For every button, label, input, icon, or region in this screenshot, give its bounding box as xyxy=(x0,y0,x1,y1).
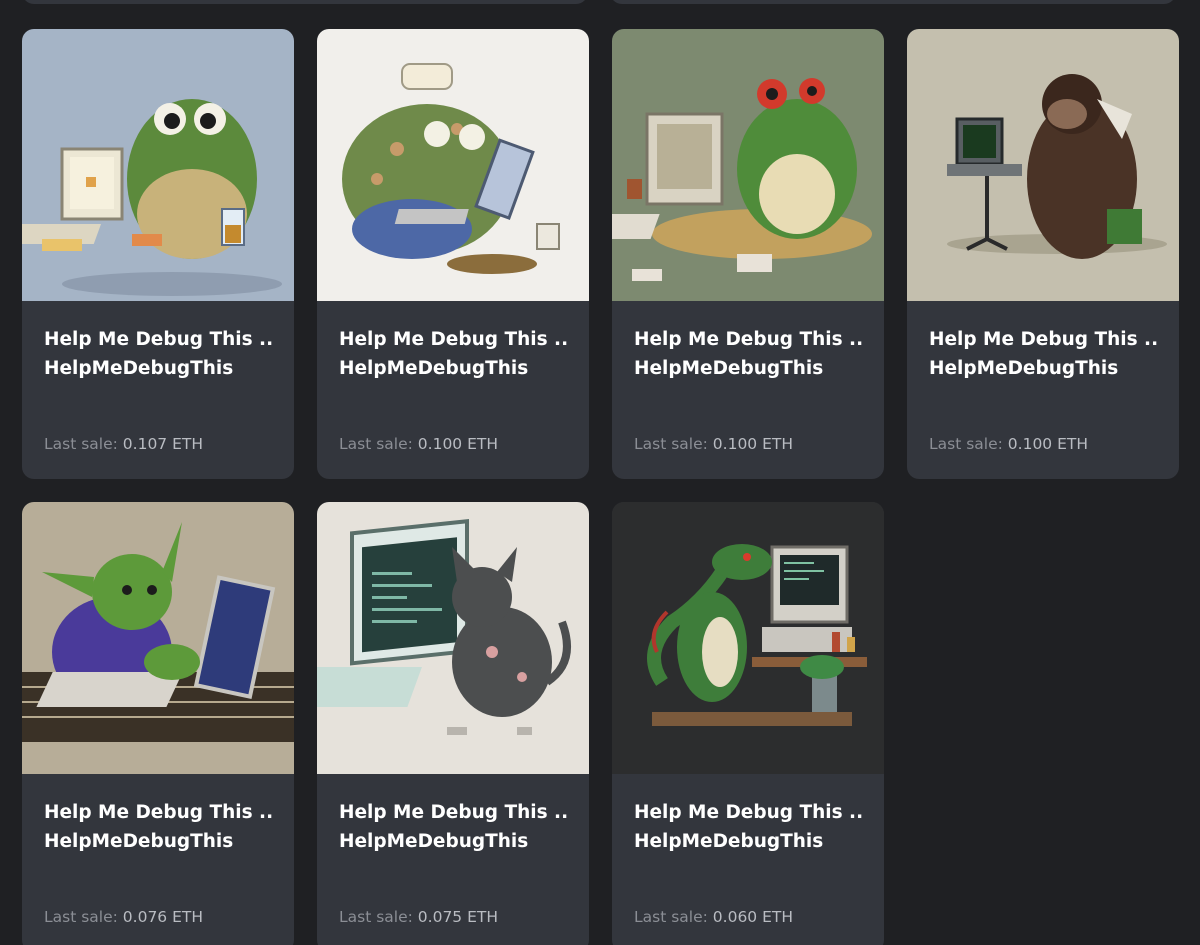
last-sale-label: Last sale: xyxy=(44,435,118,453)
last-sale: Last sale: 0.107 ETH xyxy=(44,435,203,453)
nft-image[interactable] xyxy=(22,502,294,774)
last-sale-price: 0.100 ETH xyxy=(1007,435,1089,453)
nft-title[interactable]: Help Me Debug This ... xyxy=(339,325,567,354)
nft-collection[interactable]: HelpMeDebugThis xyxy=(339,827,567,856)
nft-grid: Help Me Debug This ... HelpMeDebugThis L… xyxy=(22,29,1179,945)
last-sale-price: 0.076 ETH xyxy=(122,908,204,926)
last-sale-label: Last sale: xyxy=(339,435,413,453)
last-sale-price: 0.100 ETH xyxy=(712,435,794,453)
last-sale-price: 0.060 ETH xyxy=(712,908,794,926)
nft-title[interactable]: Help Me Debug This ... xyxy=(634,798,862,827)
last-sale-price: 0.107 ETH xyxy=(122,435,204,453)
nft-card[interactable]: Help Me Debug This ... HelpMeDebugThis L… xyxy=(317,29,589,479)
dinosaur-computer-image xyxy=(612,502,884,774)
nft-title[interactable]: Help Me Debug This ... xyxy=(339,798,567,827)
nft-gallery-page: Help Me Debug This ... HelpMeDebugThis L… xyxy=(0,0,1200,945)
cat-computer-image xyxy=(317,502,589,774)
nft-collection[interactable]: HelpMeDebugThis xyxy=(634,354,862,383)
previous-row-card[interactable] xyxy=(22,0,588,4)
last-sale-price: 0.100 ETH xyxy=(417,435,499,453)
nft-image[interactable] xyxy=(907,29,1179,301)
last-sale: Last sale: 0.060 ETH xyxy=(634,908,793,926)
last-sale: Last sale: 0.075 ETH xyxy=(339,908,498,926)
last-sale: Last sale: 0.100 ETH xyxy=(634,435,793,453)
last-sale: Last sale: 0.076 ETH xyxy=(44,908,203,926)
last-sale-label: Last sale: xyxy=(634,435,708,453)
nft-card[interactable]: Help Me Debug This ... HelpMeDebugThis L… xyxy=(612,29,884,479)
nft-image[interactable] xyxy=(22,29,294,301)
nft-collection[interactable]: HelpMeDebugThis xyxy=(929,354,1157,383)
nft-collection[interactable]: HelpMeDebugThis xyxy=(44,827,272,856)
last-sale: Last sale: 0.100 ETH xyxy=(339,435,498,453)
nft-collection[interactable]: HelpMeDebugThis xyxy=(339,354,567,383)
nft-image[interactable] xyxy=(317,502,589,774)
last-sale-label: Last sale: xyxy=(929,435,1003,453)
nft-card[interactable]: Help Me Debug This ... HelpMeDebugThis L… xyxy=(317,502,589,945)
frog-laptop-image xyxy=(317,29,589,301)
toad-computer-image xyxy=(22,29,294,301)
nft-image[interactable] xyxy=(612,502,884,774)
nft-card[interactable]: Help Me Debug This ... HelpMeDebugThis L… xyxy=(22,29,294,479)
nft-collection[interactable]: HelpMeDebugThis xyxy=(634,827,862,856)
nft-title[interactable]: Help Me Debug This ... xyxy=(44,798,272,827)
nft-collection[interactable]: HelpMeDebugThis xyxy=(44,354,272,383)
last-sale-price: 0.075 ETH xyxy=(417,908,499,926)
last-sale-label: Last sale: xyxy=(44,908,118,926)
last-sale-label: Last sale: xyxy=(339,908,413,926)
goblin-laptop-image xyxy=(22,502,294,774)
nft-card[interactable]: Help Me Debug This ... HelpMeDebugThis L… xyxy=(907,29,1179,479)
nft-title[interactable]: Help Me Debug This ... xyxy=(44,325,272,354)
frog-crt-image xyxy=(612,29,884,301)
last-sale-label: Last sale: xyxy=(634,908,708,926)
nft-title[interactable]: Help Me Debug This ... xyxy=(929,325,1157,354)
previous-row-card[interactable] xyxy=(610,0,1176,4)
gorilla-laptop-image xyxy=(907,29,1179,301)
nft-image[interactable] xyxy=(612,29,884,301)
nft-title[interactable]: Help Me Debug This ... xyxy=(634,325,862,354)
nft-card[interactable]: Help Me Debug This ... HelpMeDebugThis L… xyxy=(22,502,294,945)
nft-image[interactable] xyxy=(317,29,589,301)
nft-card[interactable]: Help Me Debug This ... HelpMeDebugThis L… xyxy=(612,502,884,945)
last-sale: Last sale: 0.100 ETH xyxy=(929,435,1088,453)
